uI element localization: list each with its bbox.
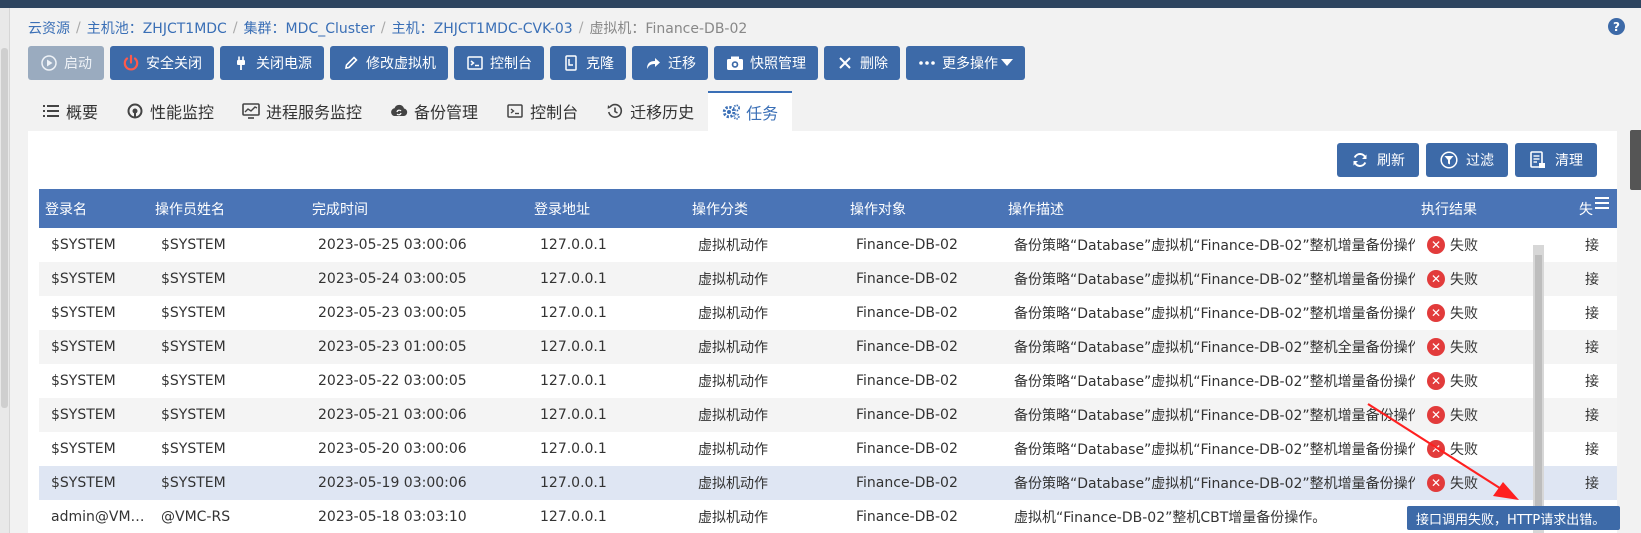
error-tooltip: 接口调用失败，HTTP请求出错。 [1407,506,1620,530]
annotation-arrow [1367,403,1519,500]
